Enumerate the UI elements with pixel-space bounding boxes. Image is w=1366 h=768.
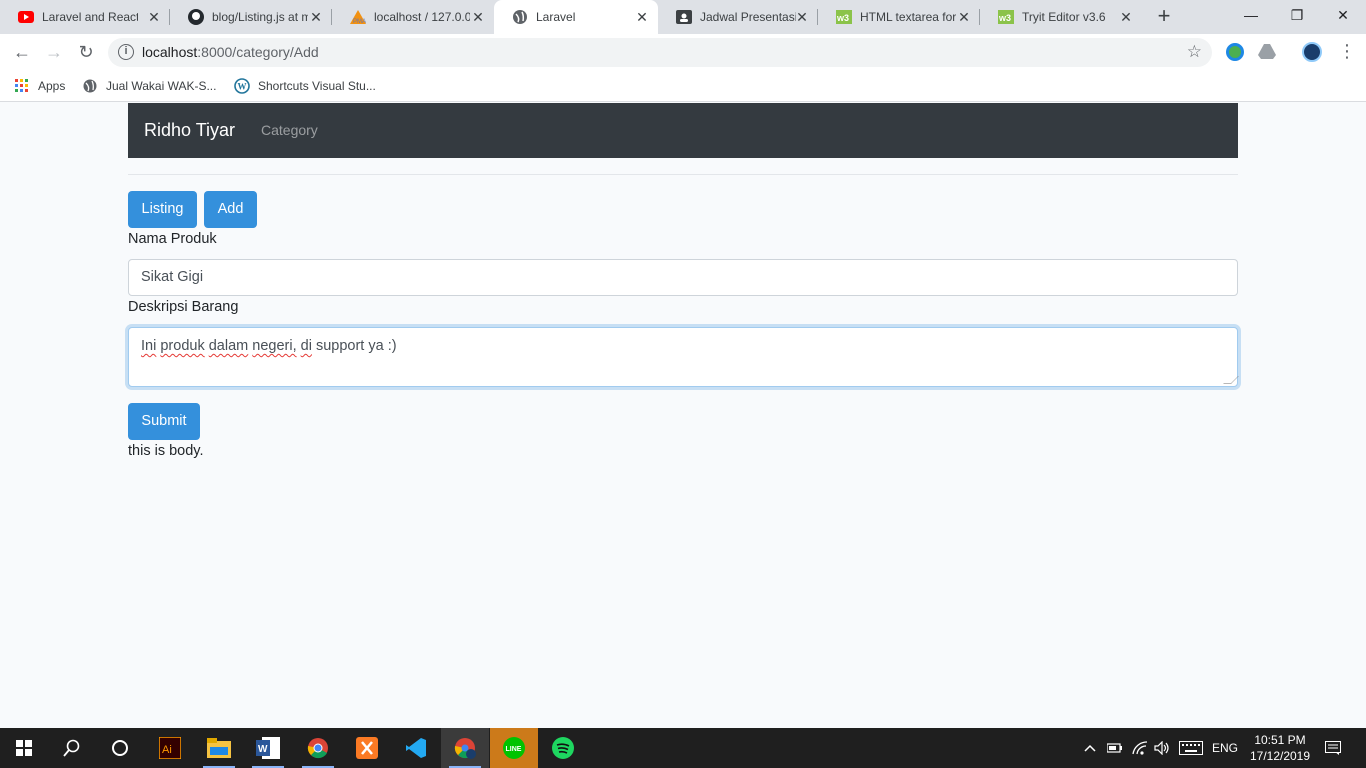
bookmarks-bar: Apps Jual Wakai WAK-S... W Shortcuts Vis… bbox=[0, 70, 1366, 102]
bookmark-jual-wakai[interactable]: Jual Wakai WAK-S... bbox=[82, 77, 216, 95]
profile-avatar[interactable] bbox=[1302, 42, 1322, 62]
cortana-icon[interactable] bbox=[96, 728, 144, 768]
forward-icon[interactable]: → bbox=[42, 40, 66, 64]
tab-youtube[interactable]: Laravel and React.js ✕ bbox=[0, 0, 170, 34]
youtube-icon bbox=[18, 9, 34, 25]
close-tab-icon[interactable]: ✕ bbox=[146, 9, 162, 25]
tab-github[interactable]: blog/Listing.js at m ✕ bbox=[170, 0, 332, 34]
tab-title: localhost / 127.0.0 bbox=[374, 10, 470, 24]
tab-title: Laravel bbox=[536, 10, 576, 24]
keyboard-icon[interactable] bbox=[1179, 728, 1203, 768]
tab-w3-tryit[interactable]: w3 Tryit Editor v3.6 ✕ bbox=[980, 0, 1142, 34]
svg-text:w3: w3 bbox=[998, 13, 1011, 23]
extension-globe-icon[interactable] bbox=[1226, 43, 1244, 61]
chrome-profile-icon[interactable] bbox=[441, 728, 489, 768]
globe-icon bbox=[512, 9, 528, 25]
battery-icon[interactable] bbox=[1107, 728, 1123, 768]
close-tab-icon[interactable]: ✕ bbox=[956, 9, 972, 25]
svg-text:PMA: PMA bbox=[353, 19, 366, 24]
back-icon[interactable]: ← bbox=[10, 40, 34, 64]
close-tab-icon[interactable]: ✕ bbox=[1118, 9, 1134, 25]
description-textarea[interactable]: Ini produk dalam negeri, di support ya :… bbox=[128, 327, 1239, 387]
action-center-icon[interactable] bbox=[1325, 728, 1341, 768]
tab-phpmyadmin[interactable]: PMA localhost / 127.0.0 ✕ bbox=[332, 0, 494, 34]
description-label: Deskripsi Barang bbox=[128, 299, 239, 315]
product-name-input[interactable]: Sikat Gigi bbox=[128, 259, 1238, 296]
close-tab-icon[interactable]: ✕ bbox=[634, 9, 650, 25]
svg-text:W: W bbox=[238, 82, 247, 92]
chrome-icon[interactable] bbox=[294, 728, 342, 768]
site-navbar: Ridho Tiyar Category bbox=[128, 103, 1238, 158]
new-tab-button[interactable]: + bbox=[1152, 5, 1176, 29]
divider bbox=[128, 174, 1238, 175]
apps-grid-icon bbox=[14, 78, 30, 94]
globe-icon bbox=[82, 78, 98, 94]
svg-text:w3: w3 bbox=[836, 13, 849, 23]
illustrator-icon[interactable]: Ai bbox=[146, 728, 194, 768]
w3schools-icon: w3 bbox=[998, 9, 1014, 25]
listing-button[interactable]: Listing bbox=[128, 191, 197, 228]
show-hidden-icons[interactable] bbox=[1084, 728, 1096, 768]
tab-title: Tryit Editor v3.6 bbox=[1022, 10, 1106, 24]
name-label: Nama Produk bbox=[128, 231, 217, 247]
tab-title: Laravel and React.js bbox=[42, 10, 138, 24]
tab-title: HTML textarea for bbox=[860, 10, 956, 24]
wifi-icon[interactable] bbox=[1132, 728, 1148, 768]
minimize-button[interactable]: — bbox=[1228, 0, 1274, 30]
windows-taskbar: Ai W LINE ENG 10:51 PM 17/12/2019 bbox=[0, 728, 1366, 768]
bookmark-apps[interactable]: Apps bbox=[14, 77, 65, 95]
url-text[interactable]: localhost:8000/category/Add bbox=[142, 44, 319, 60]
file-explorer-icon[interactable] bbox=[195, 728, 243, 768]
bookmark-shortcuts[interactable]: W Shortcuts Visual Stu... bbox=[234, 77, 376, 95]
word-icon[interactable]: W bbox=[244, 728, 292, 768]
w3schools-icon: w3 bbox=[836, 9, 852, 25]
tab-title: Jadwal Presentasi T bbox=[700, 10, 796, 24]
browser-tab-strip: Laravel and React.js ✕ blog/Listing.js a… bbox=[0, 0, 1366, 34]
tab-laravel[interactable]: Laravel ✕ bbox=[494, 0, 658, 34]
contact-icon bbox=[676, 9, 692, 25]
github-icon bbox=[188, 9, 204, 25]
google-drive-icon[interactable] bbox=[1258, 43, 1276, 61]
navbar-brand[interactable]: Ridho Tiyar bbox=[144, 120, 235, 141]
close-tab-icon[interactable]: ✕ bbox=[470, 9, 486, 25]
phpmyadmin-icon: PMA bbox=[350, 9, 366, 25]
svg-text:W: W bbox=[258, 744, 268, 755]
reload-icon[interactable]: ↻ bbox=[74, 40, 98, 64]
wordpress-icon: W bbox=[234, 78, 250, 94]
spotify-icon[interactable] bbox=[539, 728, 587, 768]
submit-button[interactable]: Submit bbox=[128, 403, 200, 440]
close-window-button[interactable]: ✕ bbox=[1320, 0, 1366, 30]
language-indicator[interactable]: ENG bbox=[1212, 728, 1238, 768]
restore-button[interactable]: ❐ bbox=[1274, 0, 1320, 30]
volume-icon[interactable] bbox=[1154, 728, 1170, 768]
site-info-icon[interactable]: i bbox=[118, 44, 134, 60]
nav-link-category[interactable]: Category bbox=[261, 122, 318, 138]
vscode-icon[interactable] bbox=[392, 728, 440, 768]
close-tab-icon[interactable]: ✕ bbox=[794, 9, 810, 25]
bookmark-star-icon[interactable]: ☆ bbox=[1187, 42, 1202, 62]
svg-text:LINE: LINE bbox=[506, 746, 522, 753]
resize-handle-icon[interactable] bbox=[1223, 376, 1239, 384]
add-button[interactable]: Add bbox=[204, 191, 257, 228]
line-icon[interactable]: LINE bbox=[490, 728, 538, 768]
close-tab-icon[interactable]: ✕ bbox=[308, 9, 324, 25]
menu-kebab-icon[interactable]: ⋮ bbox=[1338, 41, 1356, 61]
tab-jadwal[interactable]: Jadwal Presentasi T ✕ bbox=[658, 0, 818, 34]
browser-toolbar: ← → ↻ i localhost:8000/category/Add ☆ bbox=[0, 34, 1366, 70]
address-bar[interactable]: i localhost:8000/category/Add ☆ bbox=[108, 38, 1212, 67]
search-icon[interactable] bbox=[48, 728, 96, 768]
body-text: this is body. bbox=[128, 443, 204, 459]
svg-text:Ai: Ai bbox=[162, 744, 172, 756]
windows-start-icon[interactable] bbox=[0, 728, 48, 768]
xampp-icon[interactable] bbox=[343, 728, 391, 768]
tab-w3-textarea[interactable]: w3 HTML textarea for ✕ bbox=[818, 0, 980, 34]
tab-title: blog/Listing.js at m bbox=[212, 10, 308, 24]
clock[interactable]: 10:51 PM 17/12/2019 bbox=[1240, 732, 1320, 764]
